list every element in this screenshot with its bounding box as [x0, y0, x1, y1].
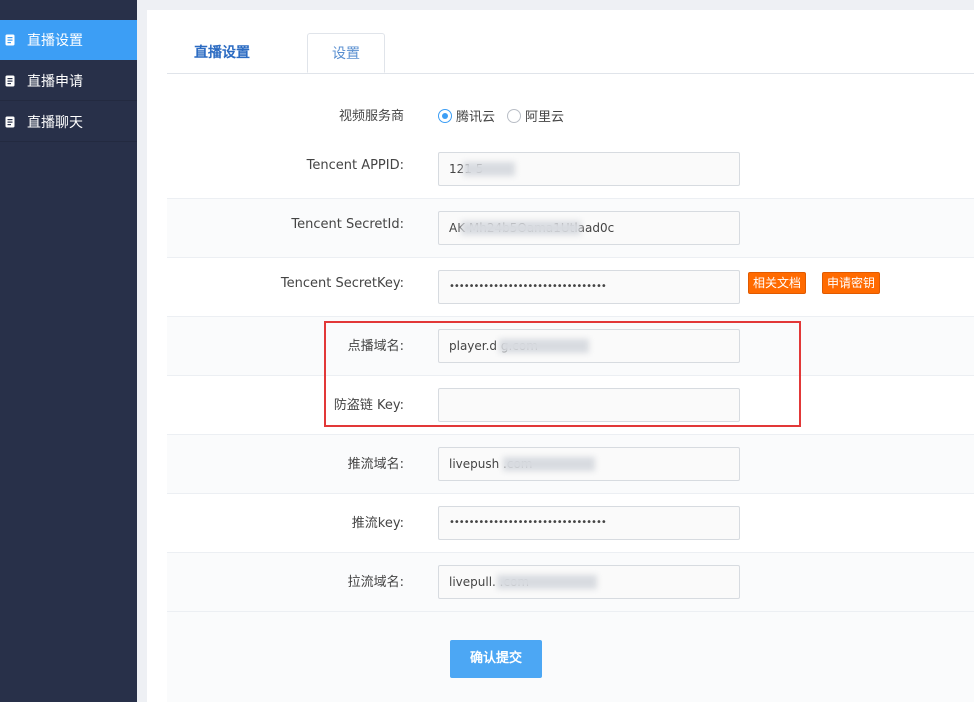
redaction-blur	[497, 575, 597, 589]
push-key-input[interactable]: ••••••••••••••••••••••••••••••••	[438, 506, 740, 540]
tab-live-settings[interactable]: 直播设置	[194, 33, 250, 73]
sidebar-item-label: 直播设置	[27, 32, 83, 49]
form-row-push-key: 推流key: ••••••••••••••••••••••••••••••••	[167, 494, 974, 553]
tab-settings[interactable]: 设置	[307, 33, 385, 73]
tab-divider	[167, 73, 974, 74]
form-row-push-domain: 推流域名: livepush .com	[167, 435, 974, 494]
appid-input[interactable]: 121 5	[438, 152, 740, 186]
submit-button[interactable]: 确认提交	[450, 640, 542, 678]
form-row-provider: 视频服务商 腾讯云 阿里云	[167, 94, 974, 140]
sidebar-item-label: 直播聊天	[27, 114, 83, 131]
secret-key-input[interactable]: ••••••••••••••••••••••••••••••••	[438, 270, 740, 304]
form-row-actions	[167, 612, 974, 702]
radio-aliyun[interactable]	[507, 108, 522, 123]
secret-id-input[interactable]: AK Mh24b5Oama1Utlaad0c	[438, 211, 740, 245]
document-icon	[5, 34, 15, 46]
redaction-blur	[503, 457, 595, 471]
sidebar-item-live-chat[interactable]: 直播聊天	[0, 102, 137, 142]
pull-domain-input[interactable]: livepull. .com	[438, 565, 740, 599]
push-key-label: 推流key:	[351, 516, 404, 531]
redaction-blur	[463, 162, 515, 176]
sidebar: 直播设置 直播申请 直播聊天	[0, 0, 137, 702]
sidebar-item-live-apply[interactable]: 直播申请	[0, 61, 137, 101]
sidebar-item-live-settings[interactable]: 直播设置	[0, 20, 137, 60]
pull-domain-label: 拉流域名:	[347, 575, 404, 590]
redaction-blur	[461, 221, 581, 235]
push-domain-input[interactable]: livepush .com	[438, 447, 740, 481]
document-icon	[5, 75, 15, 87]
secret-key-label: Tencent SecretKey:	[280, 276, 404, 291]
push-domain-label: 推流域名:	[347, 457, 404, 472]
provider-radio-group: 腾讯云 阿里云	[438, 106, 576, 125]
apply-key-button[interactable]: 申请密钥	[822, 272, 881, 294]
form-row-secret-key: Tencent SecretKey: •••••••••••••••••••••…	[167, 258, 974, 317]
docs-button[interactable]: 相关文档	[748, 272, 807, 294]
radio-tencent[interactable]	[438, 108, 452, 123]
appid-label: Tencent APPID:	[306, 158, 404, 173]
form-row-appid: Tencent APPID: 121 5	[167, 140, 974, 199]
provider-label: 视频服务商	[338, 109, 404, 124]
radio-tencent-label[interactable]: 腾讯云	[456, 106, 495, 125]
form-row-pull-domain: 拉流域名: livepull. .com	[167, 553, 974, 612]
annotation-highlight-box	[324, 321, 801, 427]
sidebar-item-label: 直播申请	[27, 73, 83, 90]
form-row-secret-id: Tencent SecretId: AK Mh24b5Oama1Utlaad0c	[167, 199, 974, 258]
document-icon	[5, 116, 15, 128]
radio-aliyun-label[interactable]: 阿里云	[525, 106, 564, 125]
secret-id-label: Tencent SecretId:	[291, 217, 404, 232]
